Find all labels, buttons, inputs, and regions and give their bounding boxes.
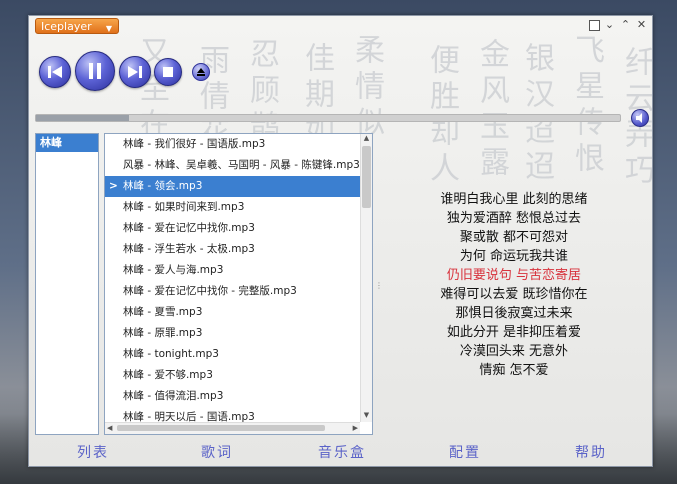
song-item[interactable]: 林峰 - 我们很好 - 国语版.mp3 [105,134,360,155]
song-title: 林峰 - 浮生若水 - 太极.mp3 [123,243,255,255]
volume-button[interactable] [631,109,649,127]
song-item[interactable]: 林峰 - 值得流泪.mp3 [105,386,360,407]
song-title: 风暴 - 林峰、吴卓羲、马国明 - 风暴 - 陈键锋.mp3 [123,159,360,171]
horizontal-scrollbar[interactable]: ◀ ▶ [105,422,360,434]
close-icon[interactable]: ✕ [635,18,648,31]
vertical-scrollbar[interactable]: ▲ ▼ [360,134,372,422]
song-item[interactable]: > 林峰 - 领会.mp3 [105,176,360,197]
eject-icon [197,68,205,76]
app-menu-button[interactable]: Iceplayer ▼ [35,18,119,34]
song-title: 林峰 - 明天以后 - 国语.mp3 [123,411,255,422]
song-item[interactable]: 林峰 - 爱不够.mp3 [105,365,360,386]
stop-button[interactable] [154,58,182,86]
song-title: 林峰 - 我们很好 - 国语版.mp3 [123,138,266,150]
splitter-handle[interactable]: ⋮ [375,281,383,290]
song-item[interactable]: 林峰 - 如果时间来到.mp3 [105,197,360,218]
app-title: Iceplayer [41,20,92,33]
lyric-line: 独为爱酒醉 愁恨总过去 [446,211,582,226]
scroll-right-icon[interactable]: ▶ [353,423,358,434]
song-title: 林峰 - 爱在记忆中找你 - 完整版.mp3 [123,285,297,297]
song-title: 林峰 - tonight.mp3 [123,348,219,360]
song-title: 林峰 - 夏雪.mp3 [123,306,203,318]
song-item[interactable]: 林峰 - tonight.mp3 [105,344,360,365]
current-lyric-line: 仍旧要说句 与苦恋寄居 [446,268,582,283]
chevron-down-icon: ▼ [105,24,112,33]
window-controls: ⌄ ⌃ ✕ [589,18,648,31]
scroll-thumb[interactable] [362,146,371,208]
nav-settings[interactable]: 配置 [449,442,481,462]
song-title: 林峰 - 领会.mp3 [123,180,203,192]
song-item[interactable]: 林峰 - 浮生若水 - 太极.mp3 [105,239,360,260]
song-item[interactable]: 林峰 - 爱在记忆中找你.mp3 [105,218,360,239]
minimize-icon[interactable]: ⌄ [603,18,616,31]
nav-music-box[interactable]: 音乐盒 [318,442,366,462]
playlist-panel: 林峰 - 我们很好 - 国语版.mp3 风暴 - 林峰、吴卓羲、马国明 - 风暴 … [104,133,373,435]
nav-help[interactable]: 帮助 [575,442,607,462]
lyric-line: 难得可以去爱 既珍惜你在 [440,287,588,302]
nav-lyrics[interactable]: 歌词 [201,442,233,462]
song-item[interactable]: 林峰 - 爱在记忆中找你 - 完整版.mp3 [105,281,360,302]
song-title: 林峰 - 值得流泪.mp3 [123,390,224,402]
lyric-line: 冷漠回头来 无意外 [459,344,569,359]
hscroll-thumb[interactable] [117,425,325,431]
lyric-line: 谁明白我心里 此刻的思绪 [440,192,588,207]
lyrics-panel: 谁明白我心里 此刻的思绪 独为爱酒醉 愁恨总过去 聚或散 都不可怨对 为何 命运玩我共… [384,190,644,380]
now-playing-icon: > [109,180,118,192]
nav-playlist[interactable]: 列表 [77,442,109,462]
progress-bar[interactable] [35,114,621,122]
song-item[interactable]: 林峰 - 爱人与海.mp3 [105,260,360,281]
lyric-line: 聚或散 都不可怨对 [459,230,569,245]
progress-fill [36,115,130,121]
lyric-line: 为何 命运玩我共谁 [459,249,569,264]
song-title: 林峰 - 爱在记忆中找你.mp3 [123,222,255,234]
bottom-nav: 列表 歌词 音乐盒 配置 帮助 [29,440,652,462]
maximize-icon[interactable]: ⌃ [619,18,632,31]
restore-icon[interactable] [589,20,600,31]
lyric-line: 如此分开 是非抑压着爱 [446,325,582,340]
song-title: 林峰 - 原罪.mp3 [123,327,203,339]
next-track-icon [128,66,142,78]
scroll-left-icon[interactable]: ◀ [107,423,112,434]
song-item[interactable]: 林峰 - 夏雪.mp3 [105,302,360,323]
pause-button[interactable] [75,51,115,91]
scroll-up-icon[interactable]: ▲ [361,134,372,145]
pause-icon [89,63,101,79]
group-list: 林峰 [35,133,99,435]
player-window: 又至在 雨倩花 忍顾鹊 佳期如 柔情似 便胜却人 金风玉露 银汉迢迢 飞星传恨 … [28,15,653,467]
lyric-line: 那惧日後寂寞过未来 [455,306,573,321]
stop-icon [163,67,173,77]
lyric-line: 情痴 怎不爱 [479,363,549,378]
song-item[interactable]: 风暴 - 林峰、吴卓羲、马国明 - 风暴 - 陈键锋.mp3 [105,155,360,176]
scroll-down-icon[interactable]: ▼ [361,411,372,422]
song-title: 林峰 - 爱人与海.mp3 [123,264,224,276]
speaker-icon [636,113,642,123]
song-item[interactable]: 林峰 - 明天以后 - 国语.mp3 [105,407,360,422]
group-item-linfeng[interactable]: 林峰 [36,134,98,152]
song-list: 林峰 - 我们很好 - 国语版.mp3 风暴 - 林峰、吴卓羲、马国明 - 风暴 … [105,134,360,422]
next-button[interactable] [119,56,151,88]
song-item[interactable]: 林峰 - 原罪.mp3 [105,323,360,344]
previous-track-icon [48,66,62,78]
song-title: 林峰 - 如果时间来到.mp3 [123,201,245,213]
eject-button[interactable] [192,63,210,81]
previous-button[interactable] [39,56,71,88]
song-title: 林峰 - 爱不够.mp3 [123,369,213,381]
